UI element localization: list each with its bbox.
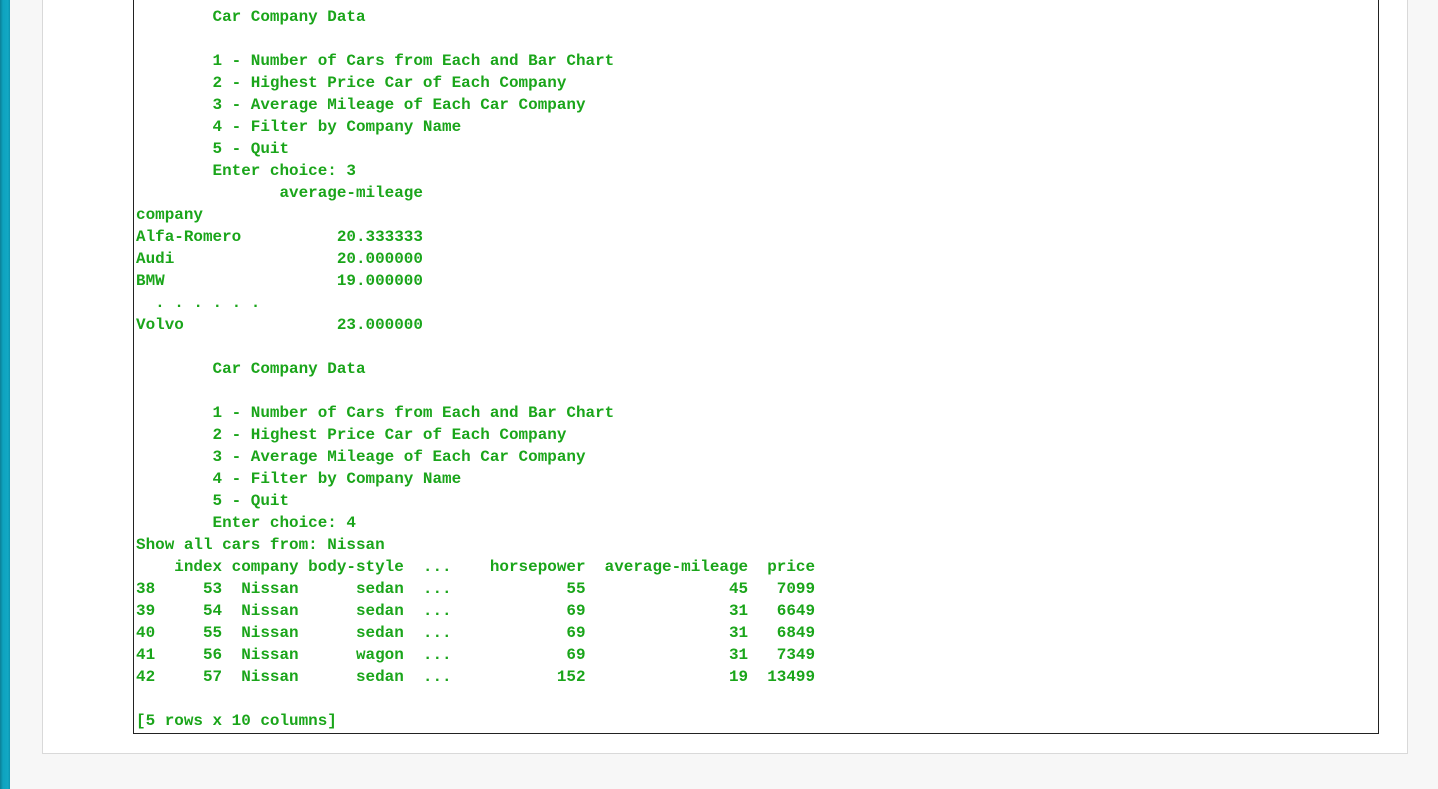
console-line-choice-prompt: Enter choice: 3 <box>136 162 356 180</box>
console-line-data-row: BMW 19.000000 <box>136 272 423 290</box>
console-line-menu-option-3: 3 - Average Mileage of Each Car Company <box>136 96 586 114</box>
console-line-title-1: Car Company Data <box>136 8 366 26</box>
console-output: Car Company Data 1 - Number of Cars from… <box>133 0 1379 734</box>
console-line-title-2: Car Company Data <box>136 360 366 378</box>
console-line-index-name: company <box>136 206 203 224</box>
console-line-menu-option-4: 4 - Filter by Company Name <box>136 470 462 488</box>
console-line-menu-option-1: 1 - Number of Cars from Each and Bar Cha… <box>136 404 615 422</box>
console-line-menu-option-2: 2 - Highest Price Car of Each Company <box>136 74 567 92</box>
left-accent-bar <box>0 0 10 789</box>
console-line-data-row: Volvo 23.000000 <box>136 316 423 334</box>
console-line-ellipsis: . . . . . . <box>136 294 261 312</box>
console-line-blank <box>136 688 815 710</box>
console-line-menu-option-1: 1 - Number of Cars from Each and Bar Cha… <box>136 52 615 70</box>
console-line-table-summary: [5 rows x 10 columns] <box>136 712 337 730</box>
console-line-menu-option-2: 2 - Highest Price Car of Each Company <box>136 426 567 444</box>
console-line-menu-option-5: 5 - Quit <box>136 140 290 158</box>
console-line-table-row: 41 56 Nissan wagon ... 69 31 7349 <box>136 646 816 664</box>
console-line-table-row: 39 54 Nissan sedan ... 69 31 6649 <box>136 602 816 620</box>
console-line-table-header: index company body-style ... horsepower … <box>136 558 816 576</box>
console-line-data-row: Alfa-Romero 20.333333 <box>136 228 423 246</box>
console-line-blank <box>136 28 815 50</box>
console-line-filter-prompt: Show all cars from: Nissan <box>136 536 385 554</box>
console-line-table-row: 42 57 Nissan sedan ... 152 19 13499 <box>136 668 816 686</box>
console-line-choice-prompt: Enter choice: 4 <box>136 514 356 532</box>
console-text: Car Company Data 1 - Number of Cars from… <box>136 6 815 732</box>
console-line-blank <box>136 336 815 358</box>
console-line-data-row: Audi 20.000000 <box>136 250 423 268</box>
console-line-menu-option-4: 4 - Filter by Company Name <box>136 118 462 136</box>
console-line-table-row: 40 55 Nissan sedan ... 69 31 6849 <box>136 624 816 642</box>
console-line-menu-option-3: 3 - Average Mileage of Each Car Company <box>136 448 586 466</box>
console-line-menu-option-5: 5 - Quit <box>136 492 290 510</box>
console-line-table-row: 38 53 Nissan sedan ... 55 45 7099 <box>136 580 816 598</box>
console-line-blank <box>136 380 815 402</box>
console-line-table-header: average-mileage <box>136 184 423 202</box>
